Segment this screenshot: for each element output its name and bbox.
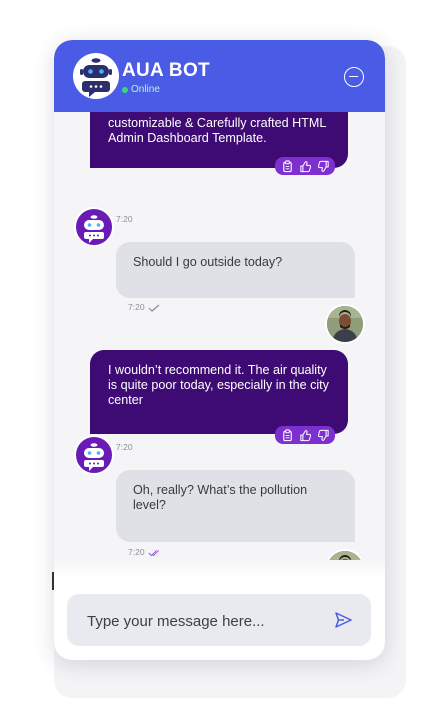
thumbs-up-icon[interactable] — [299, 160, 312, 173]
message-time: 7:20 — [128, 302, 145, 312]
bot-message-text: customizable & Carefully crafted HTML Ad… — [108, 116, 326, 145]
bot-avatar-icon — [84, 443, 104, 471]
thumbs-up-icon[interactable] — [299, 429, 312, 442]
user-avatar — [325, 304, 365, 344]
chat-header: AUA BOT Online — [54, 40, 385, 112]
message-list[interactable]: customizable & Carefully crafted HTML Ad… — [54, 112, 385, 560]
send-icon[interactable] — [333, 610, 353, 630]
reaction-bar — [275, 157, 335, 175]
copy-icon[interactable] — [281, 428, 294, 442]
user-avatar — [325, 549, 365, 560]
status-label: Online — [131, 84, 160, 95]
chat-widget: AUA BOT Online customizable & Carefully … — [54, 40, 385, 660]
user-message: Should I go outside today? — [116, 242, 355, 298]
message-time: 7:20 — [116, 214, 133, 224]
double-check-icon — [148, 550, 160, 557]
bot-logo-icon — [73, 53, 119, 99]
thumbs-down-icon[interactable] — [317, 160, 330, 173]
thumbs-down-icon[interactable] — [317, 429, 330, 442]
bot-message: I wouldn’t recommend it. The air quality… — [90, 350, 348, 434]
online-status: Online — [122, 84, 160, 95]
user-message-text: Should I go outside today? — [133, 255, 283, 269]
bot-message-text: I wouldn’t recommend it. The air quality… — [108, 363, 329, 407]
bot-avatar — [74, 207, 114, 247]
user-avatar-icon — [327, 551, 363, 560]
bot-name-title: AUA BOT — [122, 60, 210, 81]
bot-avatar-icon — [84, 215, 104, 243]
message-input[interactable] — [85, 594, 324, 648]
reaction-bar — [275, 426, 335, 444]
online-dot-icon — [122, 86, 128, 93]
bot-avatar — [74, 435, 114, 475]
user-message-text: Oh, really? What’s the pollution level? — [133, 483, 308, 512]
minimize-icon[interactable] — [344, 67, 364, 87]
single-check-icon — [148, 304, 160, 312]
user-avatar-icon — [327, 306, 363, 342]
composer-divider — [54, 560, 385, 578]
message-time: 7:20 — [128, 547, 145, 557]
user-message: Oh, really? What’s the pollution level? — [116, 470, 355, 542]
message-time: 7:20 — [116, 442, 133, 452]
copy-icon[interactable] — [281, 159, 294, 173]
composer — [67, 594, 371, 648]
